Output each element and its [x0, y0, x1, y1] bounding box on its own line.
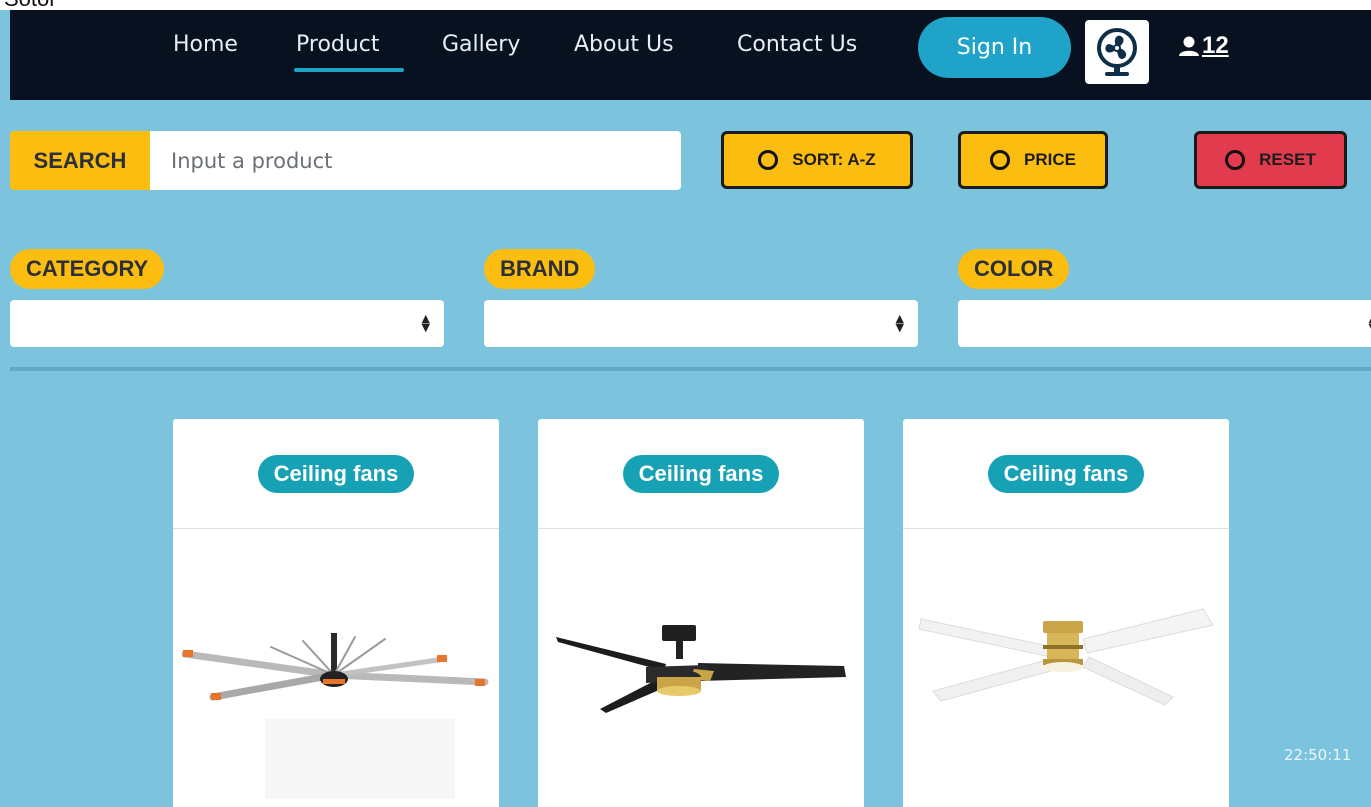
product-card[interactable]: Ceiling fans [173, 419, 499, 807]
search-bar: SEARCH [10, 131, 681, 190]
clock-time: 22:50:11 [1284, 746, 1352, 764]
radio-ring-icon [1225, 150, 1246, 170]
category-badge: Ceiling fans [257, 454, 415, 493]
brand-select[interactable]: ▲ ▼ [484, 300, 918, 347]
category-label: CATEGORY [10, 249, 165, 289]
navbar: Home Product Gallery About Us Contact Us… [10, 10, 1371, 100]
top-strip-text: Sotor [4, 0, 57, 10]
nav-contact-us[interactable]: Contact Us [737, 32, 857, 57]
product-image[interactable] [903, 529, 1229, 807]
nav-home[interactable]: Home [173, 32, 238, 57]
color-select[interactable]: ▲▼ [958, 300, 1371, 347]
card-header: Ceiling fans [173, 419, 499, 529]
search-label: SEARCH [10, 131, 150, 190]
select-arrows-icon: ▲▼ [421, 312, 430, 334]
radio-ring-icon [990, 150, 1011, 170]
top-strip: Sotor [0, 0, 1371, 10]
nav-product[interactable]: Product [294, 32, 403, 72]
category-badge: Ceiling fans [987, 454, 1145, 493]
sign-in-button[interactable]: Sign In [918, 17, 1071, 78]
product-card[interactable]: Ceiling fans [538, 419, 864, 807]
card-header: Ceiling fans [903, 419, 1229, 529]
product-image[interactable] [173, 529, 499, 807]
price-label: PRICE [1024, 150, 1076, 169]
radio-ring-icon [758, 150, 779, 170]
category-badge: Ceiling fans [622, 454, 780, 493]
select-arrows-icon: ▲▼ [895, 312, 904, 334]
sort-label: SORT: A-Z [792, 150, 876, 169]
search-input[interactable] [150, 131, 681, 190]
brand-label: BRAND [484, 249, 596, 289]
product-card[interactable]: Ceiling fans [903, 419, 1229, 807]
nav-about-us[interactable]: About Us [574, 32, 674, 57]
section-divider [10, 367, 1371, 371]
reset-button[interactable]: RESET [1194, 131, 1347, 189]
sort-az-button[interactable]: SORT: A-Z [721, 131, 913, 189]
user-icon [1179, 36, 1199, 56]
user-count-link[interactable]: 12 [1178, 32, 1229, 60]
fan-logo-icon[interactable] [1085, 20, 1149, 84]
category-select[interactable]: ▲ ▼ [10, 300, 444, 347]
product-image[interactable] [538, 529, 864, 807]
price-button[interactable]: PRICE [958, 131, 1108, 189]
card-header: Ceiling fans [538, 419, 864, 529]
color-label: COLOR [958, 249, 1070, 289]
user-count-value: 12 [1202, 32, 1229, 59]
nav-gallery[interactable]: Gallery [442, 32, 520, 57]
reset-label: RESET [1259, 150, 1316, 169]
